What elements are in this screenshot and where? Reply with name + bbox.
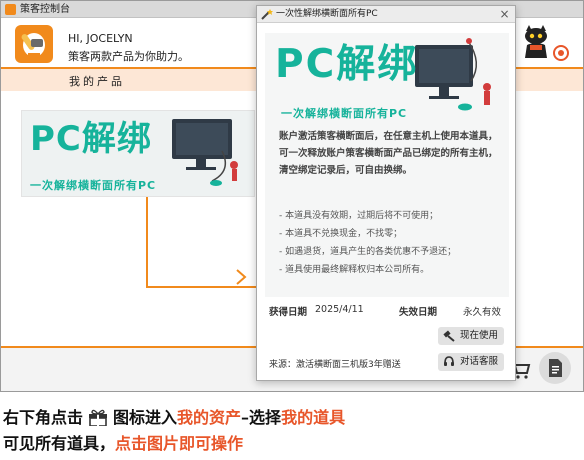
- use-now-label: 现在使用: [460, 330, 499, 341]
- caption-line-2: 可见所有道具，点击图片即可操作: [3, 431, 581, 457]
- headset-icon: [444, 356, 454, 366]
- rule-item: 本道具不兑换现金，不找零；: [279, 225, 505, 243]
- my-assets-button[interactable]: [539, 352, 571, 384]
- cat-icon[interactable]: [521, 23, 551, 59]
- target-icon[interactable]: [553, 45, 569, 61]
- banner-subtitle: 一次解绑横断面所有PC: [281, 107, 408, 120]
- caption-text: –选择: [241, 408, 282, 427]
- contact-service-button[interactable]: 对话客服: [438, 353, 504, 371]
- caption-highlight: 我的道具: [281, 408, 346, 427]
- rule-item: 本道具没有效期，过期后将不可使用；: [279, 207, 505, 225]
- caption-highlight: 我的资产: [177, 408, 242, 427]
- item-detail-dialog: 一次性解绑横断面所有PC × PC解绑 一次解绑横断面所有PC 账户激活策客横断…: [256, 5, 516, 381]
- instruction-caption: 右下角点击 图标进入我的资产–选择我的道具 可见所有道具，点击图片即可操作: [3, 405, 581, 457]
- caption-text: 图标进入: [113, 408, 178, 427]
- contact-service-label: 对话客服: [460, 356, 499, 367]
- caption-highlight: 点击图片即可操作: [115, 434, 244, 453]
- obtain-date-value: 2025/4/11: [315, 304, 364, 315]
- expire-date-label: 失效日期: [399, 307, 438, 318]
- rule-item: 道具使用最终解释权归本公司所有。: [279, 261, 505, 279]
- document-icon: [549, 359, 562, 377]
- guide-line: [146, 197, 257, 288]
- use-now-button[interactable]: 现在使用: [438, 327, 504, 345]
- item-source: 来源：激活横断面三机版3年赠送: [269, 360, 401, 370]
- item-content: PC解绑 一次解绑横断面所有PC 账户激活策客横断面后，在任意主机上使用本道具，…: [265, 33, 509, 297]
- item-description: 账户激活策客横断面后，在任意主机上使用本道具，可一次释放账户策客横断面产品已绑定…: [279, 131, 498, 176]
- rule-item: 如遇退货，道具产生的各类优惠不予退还；: [279, 243, 505, 261]
- hammer-icon: [443, 330, 455, 342]
- caption-text: 可见所有道具，: [3, 434, 116, 453]
- dates-row: 获得日期 2025/4/11 失效日期 永久有效: [269, 304, 505, 318]
- dialog-titlebar: 一次性解绑横断面所有PC ×: [257, 6, 515, 23]
- caption-line-1: 右下角点击 图标进入我的资产–选择我的道具: [3, 405, 581, 431]
- obtain-date-label: 获得日期: [269, 307, 308, 318]
- dialog-title: 一次性解绑横断面所有PC: [276, 9, 378, 19]
- expire-date-value: 永久有效: [463, 307, 502, 318]
- gift-icon: [89, 409, 108, 426]
- rules-list: 本道具没有效期，过期后将不可使用； 本道具不兑换现金，不找零； 如遇退货，道具产…: [279, 207, 505, 279]
- caption-text: 右下角点击: [3, 408, 84, 427]
- banner-title: PC解绑: [275, 42, 419, 87]
- wand-icon: [261, 9, 273, 20]
- close-icon[interactable]: ×: [497, 7, 512, 22]
